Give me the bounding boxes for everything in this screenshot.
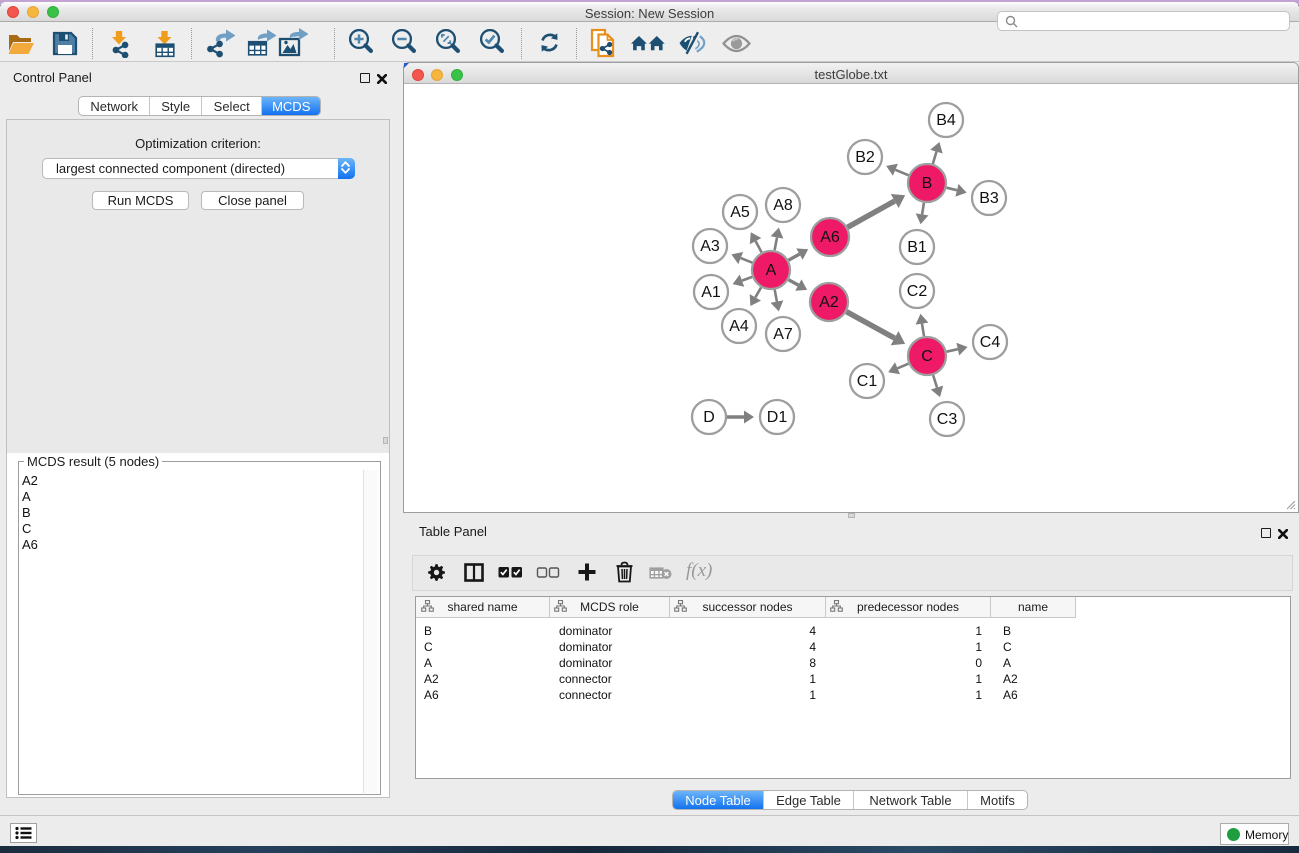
- svg-text:C4: C4: [980, 334, 1001, 351]
- svg-text:A6: A6: [820, 229, 840, 246]
- svg-text:A2: A2: [819, 294, 839, 311]
- svg-text:A8: A8: [773, 197, 793, 214]
- svg-text:B4: B4: [936, 112, 956, 129]
- svg-text:A4: A4: [729, 318, 749, 335]
- svg-text:A7: A7: [773, 326, 793, 343]
- svg-text:B3: B3: [979, 190, 999, 207]
- svg-text:C: C: [921, 348, 933, 365]
- svg-text:C1: C1: [857, 373, 878, 390]
- svg-text:D: D: [703, 409, 715, 426]
- svg-text:A5: A5: [730, 204, 750, 221]
- svg-text:A1: A1: [701, 284, 721, 301]
- svg-text:B: B: [922, 175, 933, 192]
- svg-text:C2: C2: [907, 283, 928, 300]
- svg-text:A3: A3: [700, 238, 720, 255]
- svg-text:B2: B2: [855, 149, 875, 166]
- svg-text:B1: B1: [907, 239, 927, 256]
- svg-text:D1: D1: [767, 409, 788, 426]
- svg-text:C3: C3: [937, 411, 958, 428]
- svg-text:A: A: [766, 262, 777, 279]
